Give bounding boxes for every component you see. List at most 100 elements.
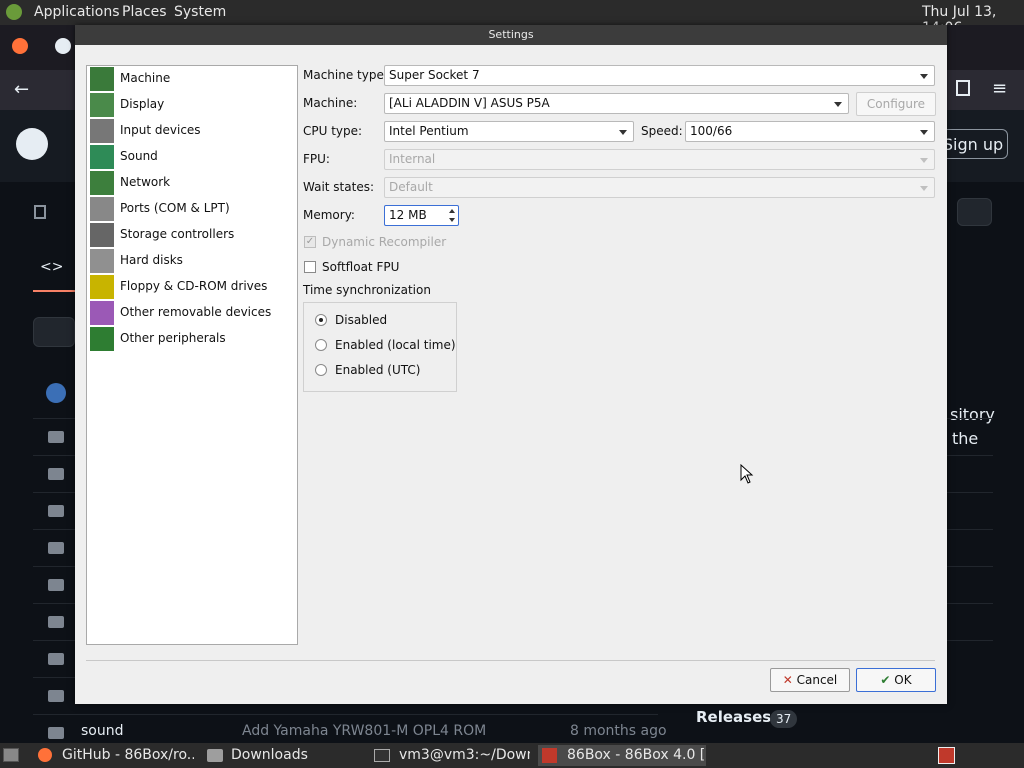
releases-heading[interactable]: Releases [696,708,771,726]
wait-states-value: Default [389,180,433,194]
network-icon [90,171,114,195]
machine-label: Machine: [303,96,358,110]
fpu-value: Internal [389,152,436,166]
folder-icon [48,653,64,665]
nav-label: Sound [120,149,158,163]
nav-item-floppy-cdrom[interactable]: Floppy & CD-ROM drives [89,274,294,300]
dynamic-recompiler-checkbox[interactable]: ✓ [304,236,316,248]
firefox-icon[interactable] [12,38,28,54]
nav-label: Machine [120,71,171,85]
branch-button[interactable] [33,317,75,347]
nav-item-hard-disks[interactable]: Hard disks [89,248,294,274]
time-sync-utc-radio[interactable] [315,364,327,376]
taskbar-item-86box[interactable]: 86Box - 86Box 4.0 [... [538,745,706,766]
taskbar-item-label: vm3@vm3:~/Downl... [399,747,530,763]
folder-icon [48,690,64,702]
time-sync-disabled-radio[interactable] [315,314,327,326]
github-logo-icon[interactable] [16,128,48,160]
nav-label: Display [120,97,165,111]
nav-item-sound[interactable]: Sound [89,144,294,170]
ok-icon: ✔ [880,673,891,687]
machine-type-label: Machine type: [303,68,388,82]
cpu-type-select[interactable]: Intel Pentium [384,121,634,142]
cancel-icon: ✕ [782,673,793,687]
time-sync-local-radio[interactable] [315,339,327,351]
places-menu[interactable]: Places [122,4,167,20]
86box-icon [542,748,557,763]
taskbar-item-label: Downloads [231,747,308,763]
fpu-select[interactable]: Internal [384,149,935,170]
releases-count-badge: 37 [770,710,798,728]
fpu-label: FPU: [303,152,330,166]
system-menu[interactable]: System [174,4,226,20]
sound-icon [90,145,114,169]
github-tab-icon[interactable] [55,38,71,54]
wait-states-select[interactable]: Default [384,177,935,198]
nav-label: Ports (COM & LPT) [120,201,230,215]
taskbar-item-label: GitHub - 86Box/ro... [62,747,194,763]
ports-icon [90,197,114,221]
configure-button[interactable]: Configure [856,92,936,116]
softfloat-fpu-label: Softfloat FPU [322,260,400,274]
dropdown-button[interactable] [957,198,992,226]
spin-up-icon[interactable] [449,209,455,213]
applications-menu[interactable]: Applications [34,4,120,20]
folder-icon [207,749,223,762]
nav-item-ports[interactable]: Ports (COM & LPT) [89,196,294,222]
machine-select[interactable]: [ALi ALADDIN V] ASUS P5A [384,93,849,114]
folder-icon [48,727,64,739]
nav-item-display[interactable]: Display [89,92,294,118]
nav-item-peripherals[interactable]: Other peripherals [89,326,294,352]
memory-spinbox[interactable]: 12 MB [384,205,459,226]
nav-item-network[interactable]: Network [89,170,294,196]
spin-down-icon[interactable] [449,218,455,222]
time-sync-utc-label: Enabled (UTC) [335,363,421,377]
time-sync-local-label: Enabled (local time) [335,338,456,352]
softfloat-fpu-checkbox[interactable] [304,261,316,273]
cancel-button[interactable]: ✕ Cancel [770,668,850,692]
file-name[interactable]: sound [81,723,124,739]
chevron-down-icon [834,102,842,107]
dynamic-recompiler-label: Dynamic Recompiler [322,235,447,249]
ok-label: OK [894,673,912,687]
repo-icon [34,205,46,219]
nav-item-storage-controllers[interactable]: Storage controllers [89,222,294,248]
show-desktop-icon[interactable] [3,748,19,762]
code-tab-icon[interactable]: <> [40,259,63,275]
speed-select[interactable]: 100/66 [685,121,935,142]
folder-icon [48,505,64,517]
nav-item-machine[interactable]: Machine [89,66,294,92]
tray-86box-icon[interactable] [938,747,955,764]
taskbar-item-terminal[interactable]: vm3@vm3:~/Downl... [370,745,530,766]
nav-item-input-devices[interactable]: Input devices [89,118,294,144]
app-menu-icon[interactable]: ≡ [992,78,1007,99]
nav-label: Floppy & CD-ROM drives [120,279,268,293]
chevron-down-icon [920,74,928,79]
ok-button[interactable]: ✔ OK [856,668,936,692]
cpu-type-value: Intel Pentium [389,124,469,138]
commit-message[interactable]: Add Yamaha YRW801-M OPL4 ROM [242,723,486,739]
folder-icon [48,616,64,628]
folder-icon [48,468,64,480]
taskbar-item-github[interactable]: GitHub - 86Box/ro... [34,745,194,766]
removable-devices-icon [90,301,114,325]
time-sync-disabled-label: Disabled [335,313,388,327]
extensions-icon[interactable] [956,80,970,96]
machine-type-select[interactable]: Super Socket 7 [384,65,935,86]
speed-value: 100/66 [690,124,733,138]
sign-up-button[interactable]: Sign up [938,129,1008,159]
back-icon[interactable]: ← [14,79,29,100]
distro-logo-icon[interactable] [6,4,22,20]
firefox-icon [38,748,52,762]
machine-icon [90,67,114,91]
wait-states-label: Wait states: [303,180,374,194]
taskbar-item-downloads[interactable]: Downloads [202,745,362,766]
folder-icon [48,431,64,443]
button-separator [86,660,935,661]
folder-icon [48,579,64,591]
chevron-down-icon [920,186,928,191]
chevron-down-icon [920,158,928,163]
nav-item-removable-devices[interactable]: Other removable devices [89,300,294,326]
speed-label: Speed: [641,124,683,138]
machine-type-value: Super Socket 7 [389,68,480,82]
